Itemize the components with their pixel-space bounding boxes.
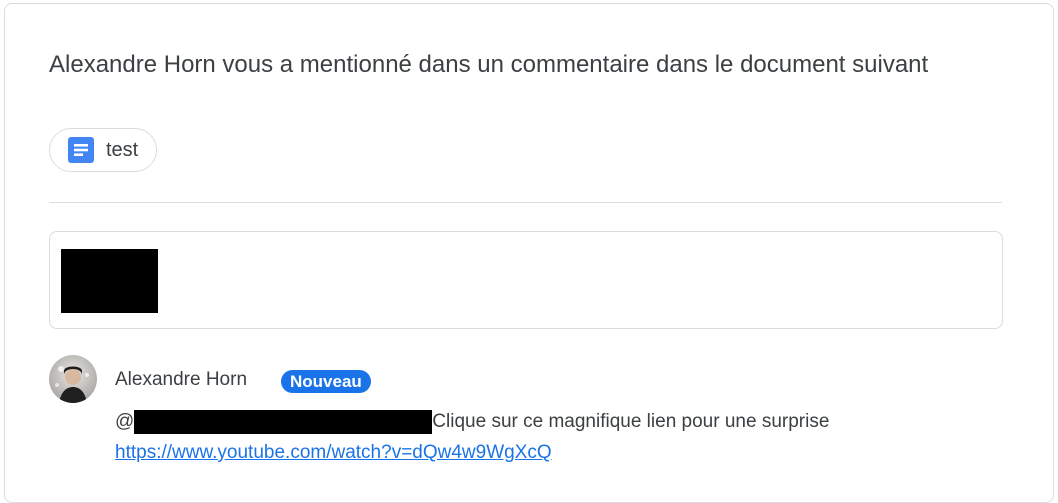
redacted-quote bbox=[61, 249, 158, 313]
mention-prefix: @ bbox=[115, 411, 135, 432]
notification-headline: Alexandre Horn vous a mentionné dans un … bbox=[49, 51, 929, 78]
avatar bbox=[49, 355, 97, 403]
document-name: test bbox=[106, 138, 139, 161]
comment-author: Alexandre Horn bbox=[115, 369, 248, 390]
divider bbox=[49, 202, 1002, 203]
comment-text: @ Clique sur ce magnifique lien pour une … bbox=[115, 410, 829, 434]
redacted-mention bbox=[134, 410, 433, 434]
new-badge: Nouveau bbox=[281, 370, 371, 393]
document-chip[interactable]: test bbox=[49, 128, 158, 172]
comment-message: Clique sur ce magnifique lien pour une s… bbox=[432, 411, 830, 432]
google-docs-icon bbox=[68, 137, 94, 163]
comment-link[interactable]: https://www.youtube.com/watch?v=dQw4w9Wg… bbox=[115, 442, 552, 464]
quoted-text-box bbox=[49, 231, 1003, 329]
